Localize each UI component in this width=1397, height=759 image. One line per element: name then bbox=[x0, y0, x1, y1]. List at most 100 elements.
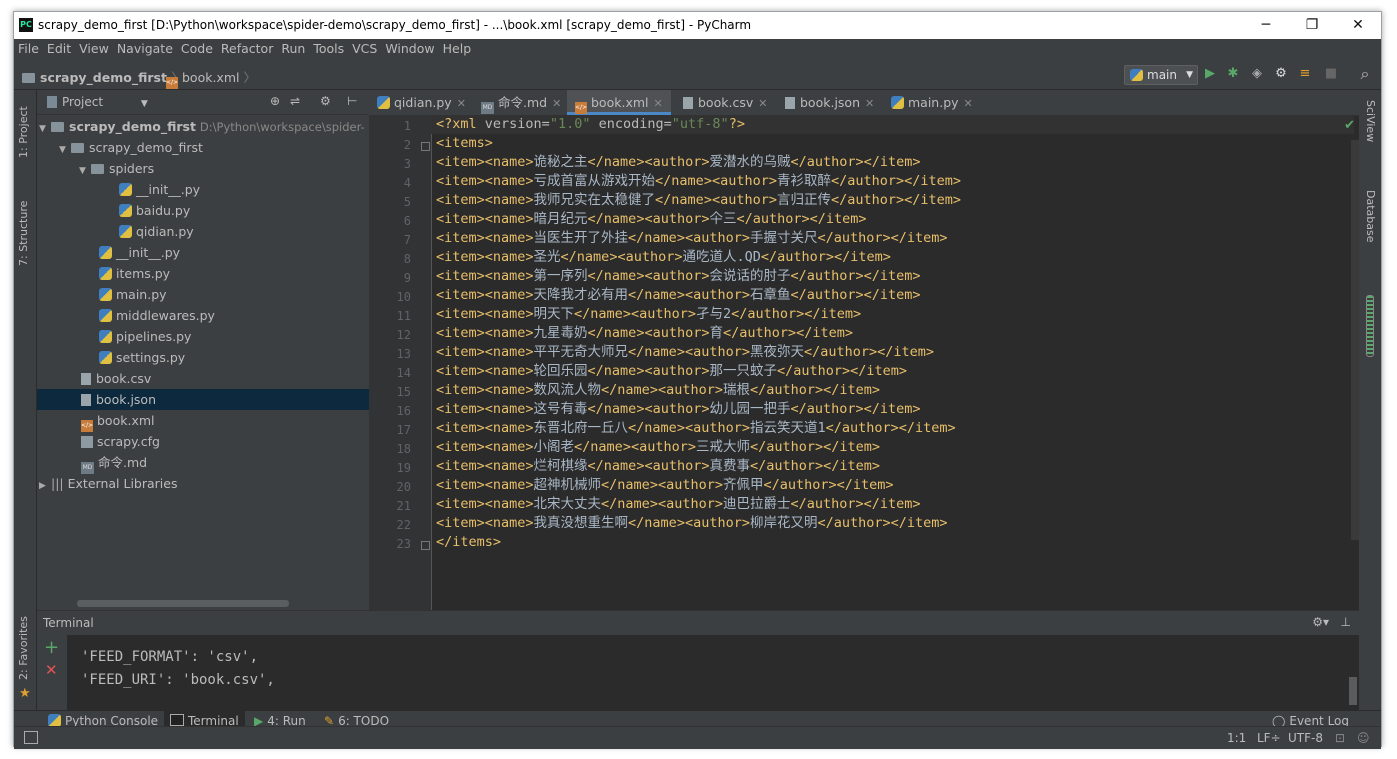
close-tab-icon[interactable]: ✕ bbox=[457, 97, 466, 110]
pycharm-icon: PC bbox=[19, 18, 33, 32]
menu-window[interactable]: Window bbox=[381, 39, 438, 59]
structure-tool-tab[interactable]: 7: Structure bbox=[17, 201, 30, 266]
close-tab-icon[interactable]: ✕ bbox=[964, 97, 973, 110]
tab-qidian-py[interactable]: qidian.py ✕ bbox=[369, 90, 473, 115]
file-encoding[interactable]: UTF-8 bbox=[1288, 731, 1323, 745]
fold-marker-icon[interactable] bbox=[421, 142, 430, 151]
item-name: 超神机械师 bbox=[533, 477, 602, 493]
right-tool-strip: SciView Database bbox=[1358, 90, 1381, 710]
tree-item-spiders[interactable]: ▼ spiders bbox=[37, 158, 410, 179]
terminal-icon bbox=[170, 714, 184, 726]
sciview-tool-tab[interactable]: SciView bbox=[1364, 100, 1377, 142]
breadcrumb-project[interactable]: scrapy_demo_first 〉 bbox=[22, 67, 184, 86]
search-icon[interactable]: ⌕ bbox=[1358, 66, 1372, 82]
line-number: 8 bbox=[403, 252, 411, 266]
menu-file[interactable]: File bbox=[14, 39, 43, 59]
database-tool-tab[interactable]: Database bbox=[1364, 190, 1377, 243]
stop-icon[interactable]: ■ bbox=[1324, 67, 1338, 81]
close-tab-icon[interactable]: ✕ bbox=[758, 97, 767, 110]
restore-button[interactable]: ❐ bbox=[1289, 12, 1335, 39]
project-horizontal-scrollbar[interactable] bbox=[77, 600, 289, 607]
line-number: 16 bbox=[396, 404, 411, 418]
line-separator[interactable]: LF÷ bbox=[1257, 731, 1281, 745]
item-name: 数风流人物 bbox=[533, 382, 602, 398]
hide-panel-icon[interactable]: ⊢ bbox=[347, 94, 357, 108]
line-number: 11 bbox=[396, 309, 411, 323]
item-author: 石章鱼 bbox=[749, 287, 791, 303]
tab-main-py[interactable]: main.py ✕ bbox=[883, 90, 985, 115]
profile-icon[interactable]: ⚙ bbox=[1274, 67, 1288, 81]
breadcrumb-file[interactable]: </> book.xml 〉 bbox=[166, 67, 256, 89]
hide-panel-icon[interactable]: ⊥ bbox=[1341, 615, 1351, 629]
menu-code[interactable]: Code bbox=[177, 39, 217, 59]
menu-view[interactable]: View bbox=[75, 39, 113, 59]
item-name: 暗月纪元 bbox=[533, 211, 588, 227]
close-tab-icon[interactable]: ✕ bbox=[865, 97, 874, 110]
favorites-tool-tab[interactable]: 2: Favorites bbox=[17, 616, 30, 680]
line-number: 9 bbox=[403, 271, 411, 285]
locate-icon[interactable]: ⊕ bbox=[270, 94, 280, 108]
coverage-icon[interactable]: ◈ bbox=[1250, 67, 1264, 81]
editor-vertical-scrollbar[interactable] bbox=[1351, 140, 1359, 540]
tree-item-commands-md[interactable]: MD 命令.md bbox=[37, 452, 412, 474]
star-icon: ★ bbox=[19, 686, 31, 701]
folder-icon bbox=[22, 73, 35, 83]
editor-area: qidian.py ✕ MD 命令.md ✕ </> book.xml ✕ book.cs… bbox=[369, 90, 1359, 610]
tree-item-external-libraries[interactable]: ▶ ||| External Libraries bbox=[37, 473, 370, 494]
item-author: 迪巴拉爵士 bbox=[722, 496, 791, 512]
tree-item-package[interactable]: ▼ scrapy_demo_first bbox=[37, 137, 390, 158]
terminal-header: Terminal ⚙▾ ⊥ bbox=[37, 611, 1359, 635]
fold-marker-icon[interactable] bbox=[421, 541, 430, 550]
code-line-item: <item><name>超神机械师</name><author>齐佩甲</aut… bbox=[436, 477, 894, 493]
menu-run[interactable]: Run bbox=[277, 39, 309, 59]
tab-book-xml[interactable]: </> book.xml ✕ bbox=[567, 90, 671, 115]
debug-icon[interactable]: ✱ bbox=[1226, 67, 1240, 81]
menu-refactor[interactable]: Refactor bbox=[217, 39, 277, 59]
tab-commands-md[interactable]: MD 命令.md ✕ bbox=[473, 90, 569, 115]
tree-item-root[interactable]: ▼ scrapy_demo_first D:\Python\workspace\s… bbox=[37, 116, 370, 137]
tree-item-book-xml[interactable]: </> book.xml bbox=[37, 410, 412, 432]
left-tool-strip: 1: Project 7: Structure 2: Favorites ★ bbox=[14, 90, 37, 710]
line-number: 6 bbox=[403, 214, 411, 228]
lock-icon[interactable]: ⊡ bbox=[1335, 731, 1345, 745]
close-session-icon[interactable]: ✕ bbox=[45, 661, 58, 679]
item-name: 小阁老 bbox=[533, 439, 575, 455]
item-name: 亏成首富从游戏开始 bbox=[533, 173, 656, 189]
menu-edit[interactable]: Edit bbox=[43, 39, 75, 59]
close-button[interactable]: ✕ bbox=[1335, 12, 1381, 39]
build-icon[interactable]: ≡ bbox=[1298, 67, 1312, 81]
code-line-item: <item><name>北宋大丈夫</name><author>迪巴拉爵士</a… bbox=[436, 496, 921, 512]
terminal-side-toolbar: + ✕ bbox=[37, 635, 67, 710]
menu-help[interactable]: Help bbox=[439, 39, 476, 59]
caret-position[interactable]: 1:1 bbox=[1227, 731, 1246, 745]
run-config-select[interactable]: main ▼ bbox=[1124, 65, 1198, 85]
code-line-item: <item><name>诡秘之主</name><author>爱潜水的乌贼</a… bbox=[436, 154, 921, 170]
terminal-scrollbar[interactable] bbox=[1349, 677, 1357, 705]
close-tab-icon[interactable]: ✕ bbox=[654, 97, 663, 110]
inspector-icon[interactable]: ☺ bbox=[1357, 731, 1370, 745]
gear-icon[interactable]: ⚙▾ bbox=[1312, 615, 1329, 629]
menu-vcs[interactable]: VCS bbox=[348, 39, 381, 59]
minimize-button[interactable]: ─ bbox=[1243, 12, 1289, 39]
run-icon[interactable]: ▶ bbox=[1203, 67, 1217, 81]
toggle-tool-windows-icon[interactable] bbox=[24, 731, 38, 744]
menu-tools[interactable]: Tools bbox=[309, 39, 348, 59]
tree-item-book-csv[interactable]: book.csv bbox=[37, 368, 412, 389]
python-file-icon bbox=[119, 183, 132, 196]
item-author: 仐三 bbox=[709, 211, 737, 227]
folder-icon bbox=[91, 164, 104, 174]
project-view-select[interactable]: Project ▼ bbox=[47, 95, 148, 109]
new-session-icon[interactable]: + bbox=[44, 637, 59, 658]
collapse-icon[interactable]: ⇌ bbox=[290, 94, 300, 108]
text-file-icon bbox=[683, 97, 693, 109]
project-tool-tab[interactable]: 1: Project bbox=[17, 106, 30, 158]
gear-icon[interactable]: ⚙ bbox=[320, 94, 331, 108]
menu-navigate[interactable]: Navigate bbox=[113, 39, 177, 59]
tab-book-json[interactable]: book.json ✕ bbox=[777, 90, 885, 115]
tree-item-scrapy-cfg[interactable]: scrapy.cfg bbox=[37, 431, 412, 452]
line-number: 5 bbox=[403, 195, 411, 209]
python-file-icon bbox=[99, 309, 112, 322]
tree-item-book-json[interactable]: book.json bbox=[37, 389, 412, 410]
close-tab-icon[interactable]: ✕ bbox=[552, 97, 561, 110]
tab-book-csv[interactable]: book.csv ✕ bbox=[675, 90, 777, 115]
